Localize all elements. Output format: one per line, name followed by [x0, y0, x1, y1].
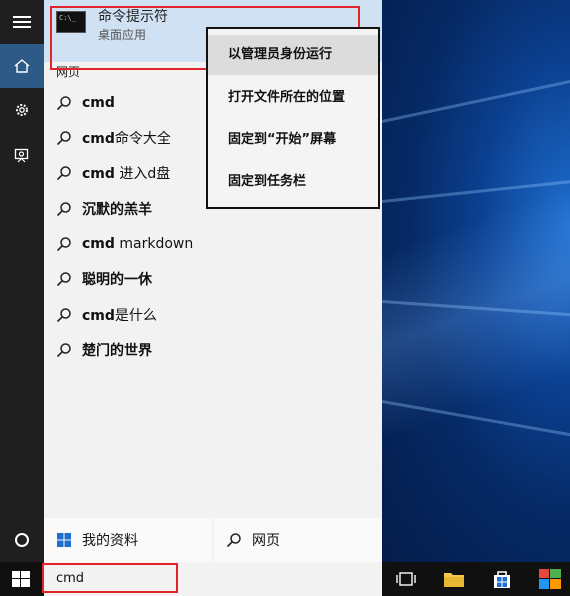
search-icon: [56, 343, 71, 358]
result-item[interactable]: cmd markdown: [44, 227, 382, 261]
result-bold-text: cmd: [82, 131, 115, 147]
file-explorer-icon[interactable]: [443, 570, 465, 592]
start-rail: [0, 0, 44, 562]
menu-item-run-as-admin[interactable]: 以管理员身份运行: [208, 35, 378, 75]
result-bold-text: 聪明的一休: [82, 272, 152, 288]
app-tile-icon[interactable]: [539, 569, 561, 593]
result-bold-text: 楚门的世界: [82, 343, 152, 359]
search-icon: [56, 202, 71, 217]
annotation-box-search: [42, 563, 178, 593]
start-button[interactable]: [12, 571, 30, 591]
windows-icon: [12, 571, 30, 587]
gear-icon[interactable]: [0, 88, 44, 132]
menu-item-pin-to-start[interactable]: 固定到“开始”屏幕: [208, 120, 378, 160]
search-icon: [56, 131, 71, 146]
search-icon: [56, 166, 71, 181]
result-rest-text: 命令大全: [114, 131, 171, 147]
result-item[interactable]: cmd是什么: [44, 298, 382, 332]
result-bold-text: cmd: [82, 236, 115, 252]
web-search-label: 网页: [252, 533, 280, 549]
result-rest-text: 是什么: [114, 308, 157, 324]
result-bold-text: cmd: [82, 308, 115, 324]
desktop-wallpaper: [381, 0, 570, 562]
search-icon: [56, 237, 71, 252]
search-icon: [56, 308, 71, 323]
result-rest-text: markdown: [114, 236, 194, 252]
store-icon[interactable]: [492, 569, 512, 593]
result-item[interactable]: 楚门的世界: [44, 333, 382, 367]
result-item[interactable]: 聪明的一休: [44, 262, 382, 296]
search-icon: [56, 96, 71, 111]
result-bold-text: 沉默的羔羊: [82, 202, 152, 218]
menu-icon[interactable]: [0, 0, 44, 44]
my-stuff-button[interactable]: 我的资料: [44, 518, 212, 562]
feedback-icon[interactable]: [0, 134, 44, 178]
web-search-button[interactable]: 网页: [214, 518, 382, 562]
my-stuff-label: 我的资料: [82, 533, 138, 549]
cortana-icon[interactable]: [0, 518, 44, 562]
menu-item-open-file-location[interactable]: 打开文件所在的位置: [208, 78, 378, 118]
home-icon[interactable]: [0, 44, 44, 88]
context-menu: 以管理员身份运行 打开文件所在的位置 固定到“开始”屏幕 固定到任务栏: [206, 27, 380, 209]
task-view-icon[interactable]: [396, 571, 416, 591]
menu-item-pin-to-taskbar[interactable]: 固定到任务栏: [208, 162, 378, 202]
result-rest-text: 进入d盘: [114, 166, 171, 182]
search-icon: [56, 272, 71, 287]
search-icon: [226, 533, 241, 548]
result-bold-text: cmd: [82, 95, 115, 111]
windows-icon: [57, 533, 71, 547]
result-bold-text: cmd: [82, 166, 115, 182]
